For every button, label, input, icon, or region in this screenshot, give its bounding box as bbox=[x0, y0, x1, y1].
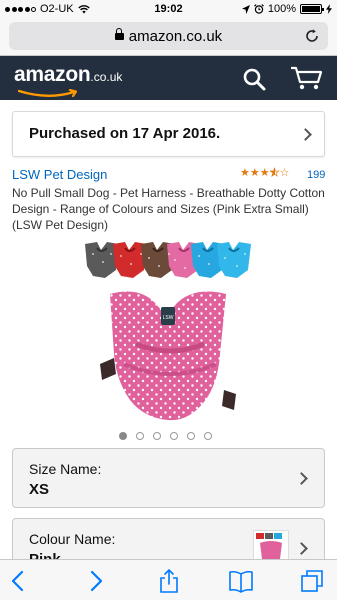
status-right: 100% bbox=[241, 3, 332, 15]
logo-tld: .co.uk bbox=[90, 70, 123, 84]
star-full-icon: ★ bbox=[240, 167, 250, 179]
size-label: Size Name: bbox=[29, 461, 102, 477]
alarm-clock-icon bbox=[253, 4, 264, 14]
chevron-right-icon bbox=[295, 472, 308, 485]
chevron-right-icon bbox=[295, 542, 308, 555]
url-text: amazon.co.uk bbox=[128, 28, 223, 45]
size-value: XS bbox=[29, 481, 50, 498]
address-bar[interactable]: amazon.co.uk bbox=[9, 22, 328, 50]
rating-stars[interactable]: ★ ★ ★ ★ ☆ bbox=[240, 167, 290, 179]
colour-label: Colour Name: bbox=[29, 531, 116, 547]
battery-percent: 100% bbox=[267, 3, 296, 15]
lock-icon bbox=[114, 28, 124, 40]
star-full-icon: ★ bbox=[249, 167, 260, 179]
carousel-dot[interactable] bbox=[136, 432, 144, 440]
carousel-dot[interactable] bbox=[119, 432, 127, 440]
carousel-dot[interactable] bbox=[170, 432, 178, 440]
location-arrow-icon bbox=[241, 4, 250, 14]
amazon-smile-icon bbox=[18, 89, 78, 98]
amazon-header: amazon.co.uk bbox=[0, 56, 337, 100]
star-half-icon: ★ bbox=[269, 167, 280, 179]
brand-link[interactable]: LSW Pet Design bbox=[12, 167, 107, 182]
colour-variants-image[interactable] bbox=[83, 240, 255, 280]
url-display[interactable]: amazon.co.uk bbox=[9, 28, 328, 45]
product-title: No Pull Small Dog - Pet Harness - Breath… bbox=[12, 186, 325, 232]
browser-address-area: amazon.co.uk bbox=[0, 18, 337, 56]
svg-text:LSW: LSW bbox=[163, 315, 174, 321]
logo-word: amazon bbox=[14, 63, 91, 86]
purchase-history-banner[interactable]: Purchased on 17 Apr 2016. bbox=[12, 111, 325, 157]
battery-icon bbox=[300, 4, 324, 14]
cart-icon[interactable] bbox=[290, 65, 324, 91]
rating-count[interactable]: 199 bbox=[307, 169, 325, 181]
forward-icon[interactable] bbox=[82, 569, 108, 593]
amazon-logo[interactable]: amazon.co.uk bbox=[14, 63, 123, 98]
charging-bolt-icon bbox=[326, 4, 332, 14]
reload-icon[interactable] bbox=[304, 28, 320, 44]
carousel-dot[interactable] bbox=[187, 432, 195, 440]
chevron-right-icon bbox=[299, 128, 312, 141]
share-icon[interactable] bbox=[156, 569, 182, 593]
size-selector[interactable]: Size Name: XS bbox=[12, 448, 325, 508]
search-icon[interactable] bbox=[242, 67, 266, 91]
product-main-image[interactable]: LSW bbox=[100, 284, 238, 424]
status-bar: O2-UK 19:02 100% bbox=[0, 0, 337, 18]
carousel-dot[interactable] bbox=[153, 432, 161, 440]
tabs-icon[interactable] bbox=[300, 569, 326, 593]
carousel-dot[interactable] bbox=[204, 432, 212, 440]
image-carousel-dots bbox=[119, 432, 212, 440]
star-full-icon: ★ bbox=[259, 167, 270, 179]
harness-thumb-aqua bbox=[217, 242, 251, 278]
back-icon[interactable] bbox=[6, 569, 32, 593]
browser-toolbar bbox=[0, 559, 337, 600]
bookmarks-icon[interactable] bbox=[228, 569, 254, 593]
star-empty-icon: ☆ bbox=[279, 167, 290, 179]
purchase-date-text: Purchased on 17 Apr 2016. bbox=[29, 125, 221, 142]
